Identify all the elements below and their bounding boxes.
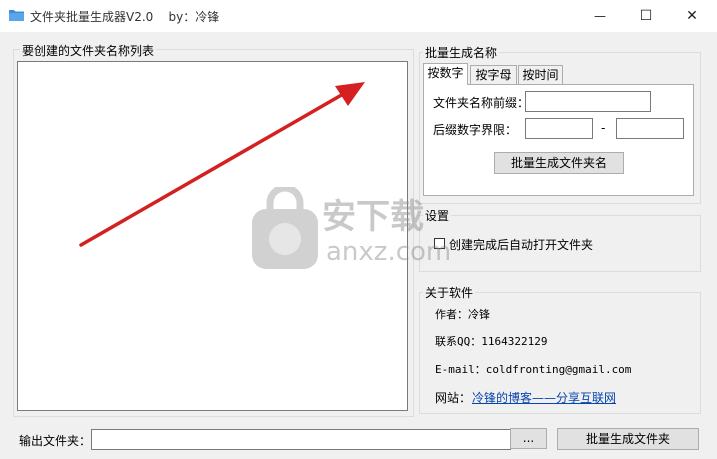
close-button[interactable]: ✕ bbox=[669, 0, 715, 31]
output-folder-label: 输出文件夹： bbox=[19, 434, 92, 448]
close-icon: ✕ bbox=[686, 7, 698, 24]
minimize-button[interactable]: — bbox=[577, 0, 623, 31]
folder-icon bbox=[9, 10, 24, 21]
qq-text: 联系QQ：1164322129 bbox=[435, 335, 548, 348]
watermark-bag-icon bbox=[252, 187, 318, 269]
output-folder-input[interactable] bbox=[91, 429, 511, 450]
watermark-url: anxz.com bbox=[326, 237, 452, 267]
title-bar: 文件夹批量生成器V2.0 by：冷锋 — ☐ ✕ bbox=[0, 0, 717, 32]
browse-button[interactable]: ... bbox=[510, 428, 547, 449]
range-to-input[interactable] bbox=[616, 118, 684, 139]
tab-by-letter[interactable]: 按字母 bbox=[470, 65, 517, 85]
auto-open-label[interactable]: 创建完成后自动打开文件夹 bbox=[449, 236, 593, 253]
watermark: 安下载 anxz.com bbox=[250, 185, 468, 275]
create-folders-button[interactable]: 批量生成文件夹 bbox=[557, 428, 699, 450]
range-label: 后缀数字界限： bbox=[433, 123, 518, 137]
batch-name-title: 批量生成名称 bbox=[423, 44, 500, 61]
tab-by-number[interactable]: 按数字 bbox=[423, 63, 468, 85]
prefix-input[interactable] bbox=[525, 91, 651, 112]
folder-list-title: 要创建的文件夹名称列表 bbox=[20, 42, 157, 59]
website-link[interactable]: 冷锋的博客——分享互联网 bbox=[472, 389, 616, 406]
maximize-icon: ☐ bbox=[639, 7, 653, 24]
window-title: 文件夹批量生成器V2.0 by：冷锋 bbox=[30, 10, 220, 24]
generate-names-button[interactable]: 批量生成文件夹名 bbox=[494, 152, 624, 174]
tab-by-time[interactable]: 按时间 bbox=[518, 65, 563, 85]
author-text: 作者：冷锋 bbox=[435, 308, 490, 321]
website-label: 网站： bbox=[435, 391, 472, 405]
range-separator: - bbox=[601, 121, 606, 135]
range-from-input[interactable] bbox=[525, 118, 593, 139]
prefix-label: 文件夹名称前缀： bbox=[433, 96, 530, 110]
email-text: E-mail：coldfronting@gmail.com bbox=[435, 363, 632, 376]
maximize-button[interactable]: ☐ bbox=[623, 0, 669, 31]
watermark-text: 安下载 bbox=[322, 197, 424, 237]
minimize-icon: — bbox=[594, 8, 606, 23]
about-title: 关于软件 bbox=[423, 284, 476, 301]
